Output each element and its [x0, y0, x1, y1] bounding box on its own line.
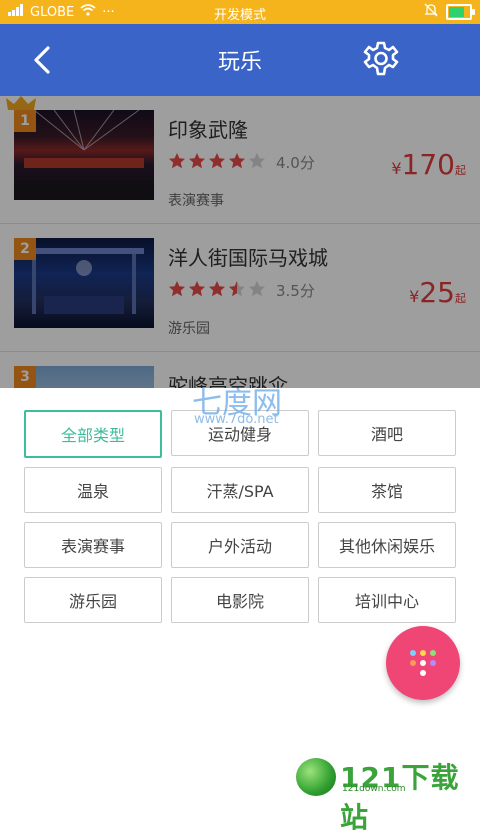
battery-icon: [446, 4, 475, 20]
filter-option[interactable]: 表演赛事: [24, 522, 162, 568]
status-center-label: 开发模式: [213, 8, 266, 23]
menu-fab-button[interactable]: [386, 626, 460, 700]
filter-option[interactable]: 汗蒸/SPA: [171, 467, 309, 513]
watermark-bottom: 121下载站 121down.com: [296, 758, 478, 834]
filter-option[interactable]: 全部类型: [24, 410, 162, 458]
dim-overlay[interactable]: [0, 96, 480, 388]
filter-option[interactable]: 培训中心: [318, 577, 456, 623]
watermark-top-url: www.7do.net: [194, 412, 279, 427]
filter-option[interactable]: 茶馆: [318, 467, 456, 513]
page-title: 玩乐: [217, 50, 262, 75]
filter-option[interactable]: 户外活动: [171, 522, 309, 568]
watermark-logo-icon: [296, 758, 336, 796]
filter-option[interactable]: 游乐园: [24, 577, 162, 623]
filter-option[interactable]: 酒吧: [318, 410, 456, 456]
grid-dots-icon: [410, 650, 436, 676]
filter-option[interactable]: 温泉: [24, 467, 162, 513]
watermark-top: 七度网 www.7do.net: [192, 378, 282, 427]
category-filter-panel: 全部类型 运动健身 酒吧 温泉 汗蒸/SPA 茶馆 表演赛事 户外活动 其他休闲娱乐 游乐园 电影院…: [0, 388, 480, 800]
filter-option[interactable]: 其他休闲娱乐: [318, 522, 456, 568]
category-grid: 全部类型 运动健身 酒吧 温泉 汗蒸/SPA 茶馆 表演赛事 户外活动 其他休闲娱乐 游乐园 电影院…: [24, 410, 456, 623]
watermark-bottom-url: 121down.com: [342, 784, 406, 794]
filter-option[interactable]: 电影院: [171, 577, 309, 623]
watermark-bottom-logo: 121下载站: [340, 761, 460, 834]
status-bar: GLOBE ··· 开发模式: [0, 0, 480, 24]
mute-icon: [424, 3, 438, 21]
app-bar: 玩乐: [0, 24, 480, 96]
gear-icon[interactable]: [362, 40, 400, 78]
